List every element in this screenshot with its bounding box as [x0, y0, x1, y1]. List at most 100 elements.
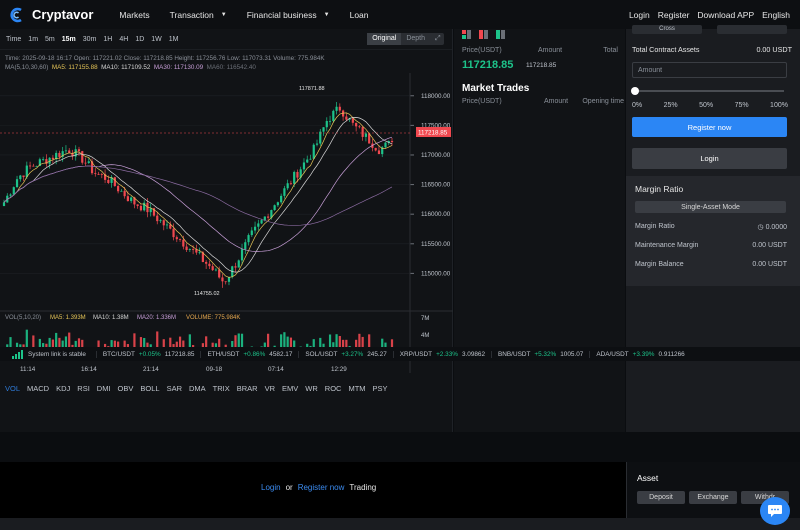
nav-language[interactable]: English: [762, 10, 790, 20]
tf-5m[interactable]: 5m: [45, 36, 55, 43]
nav-download-app[interactable]: Download APP: [697, 10, 754, 20]
nav-financial-business[interactable]: Financial business ▼: [247, 10, 330, 20]
view-original[interactable]: Original: [367, 33, 402, 45]
margin-mode-button[interactable]: Cross: [632, 25, 702, 34]
candle: [315, 143, 319, 145]
indicator-tab-rsi[interactable]: RSI: [77, 384, 90, 393]
login-button[interactable]: Login: [632, 148, 787, 169]
candle: [159, 220, 162, 222]
indicator-tab-dma[interactable]: DMA: [189, 384, 206, 393]
nav-loan[interactable]: Loan: [350, 10, 369, 20]
candle: [107, 179, 110, 183]
ticker-item[interactable]: BNB/USDT +5.32% 1005.07: [491, 350, 589, 358]
candle: [273, 205, 276, 211]
candle: [377, 150, 381, 155]
ticker-item[interactable]: ETH/USDT +0.86% 4582.17: [200, 350, 298, 358]
tf-1d[interactable]: 1D: [135, 36, 144, 43]
tick-0[interactable]: 0%: [632, 102, 642, 109]
book-sell-icon[interactable]: [479, 30, 488, 39]
candle: [136, 204, 139, 206]
tf-1mo[interactable]: 1M: [169, 36, 179, 43]
ticker-item[interactable]: BTC/USDT +0.05% 117218.85: [95, 350, 201, 358]
tf-1w[interactable]: 1W: [151, 36, 162, 43]
candlestick-chart[interactable]: 118000.00117500.00117000.00116500.001160…: [0, 73, 453, 383]
candle: [120, 190, 123, 192]
tf-4h[interactable]: 4H: [119, 36, 128, 43]
mt-amount-head: Amount: [544, 98, 569, 105]
view-depth[interactable]: Depth: [401, 33, 430, 45]
book-both-icon[interactable]: [462, 30, 471, 39]
indicator-tab-roc[interactable]: ROC: [325, 384, 342, 393]
ticker-item[interactable]: ADA/USDT +3.39% 0.911266: [589, 350, 690, 358]
footer-login-prompt: Login or Register now Trading: [0, 462, 626, 518]
view-toggle: Original Depth ⤢: [367, 33, 444, 45]
indicator-tab-boll[interactable]: BOLL: [140, 384, 159, 393]
candle: [188, 249, 191, 251]
tf-15m[interactable]: 15m: [62, 36, 76, 43]
chat-button[interactable]: [760, 497, 790, 525]
register-now-button[interactable]: Register now: [632, 117, 787, 137]
ticker-change: +5.32%: [534, 350, 557, 358]
margin-ratio-title: Margin Ratio: [635, 184, 684, 194]
footer-login-link[interactable]: Login: [261, 483, 281, 492]
indicator-tab-macd[interactable]: MACD: [27, 384, 49, 393]
candle: [289, 183, 293, 185]
balance-value: 0.00 USDT: [752, 261, 787, 268]
gauge-icon: ◷: [757, 224, 766, 231]
candle: [68, 150, 71, 153]
ticker-item[interactable]: XRP/USDT +2.33% 3.09862: [392, 350, 491, 358]
candle: [257, 223, 260, 227]
signal-icon: [12, 349, 24, 359]
fullscreen-icon[interactable]: ⤢: [430, 33, 444, 45]
indicator-tab-sar[interactable]: SAR: [167, 384, 182, 393]
nav-transaction[interactable]: Transaction ▼: [170, 10, 227, 20]
tick-75[interactable]: 75%: [735, 102, 749, 109]
candle: [84, 162, 87, 164]
vol-tick-4m: 4M: [421, 333, 429, 339]
amount-input[interactable]: Amount: [632, 62, 787, 78]
indicator-tab-vr[interactable]: VR: [265, 384, 275, 393]
ma-label: MA(5,10,30,60): [5, 64, 49, 71]
candle: [253, 226, 257, 231]
footer-register-link[interactable]: Register now: [298, 483, 345, 492]
ticker-price: 1005.07: [560, 350, 584, 358]
ma60-line: [3, 165, 393, 226]
tick-100[interactable]: 100%: [770, 102, 788, 109]
candle: [325, 121, 328, 128]
indicator-tab-vol[interactable]: VOL: [5, 384, 20, 393]
candle: [224, 281, 227, 283]
indicator-tab-dmi[interactable]: DMI: [97, 384, 111, 393]
tf-1m[interactable]: 1m: [28, 36, 38, 43]
deposit-button[interactable]: Deposit: [637, 491, 685, 504]
book-buy-icon[interactable]: [496, 30, 505, 39]
ticker-change: +2.33%: [436, 350, 458, 358]
leverage-button[interactable]: [717, 25, 787, 34]
tf-30m[interactable]: 30m: [83, 36, 97, 43]
amount-slider[interactable]: [631, 87, 784, 95]
indicator-tab-psy[interactable]: PSY: [373, 384, 388, 393]
tick-50[interactable]: 50%: [699, 102, 713, 109]
ticker-item[interactable]: SOL/USDT +3.27% 245.27: [298, 350, 392, 358]
nav-register[interactable]: Register: [658, 10, 690, 20]
tf-1h[interactable]: 1H: [103, 36, 112, 43]
indicator-tab-emv[interactable]: EMV: [282, 384, 298, 393]
footer-trading: Trading: [349, 483, 377, 492]
trade-panel: Cross Total Contract Assets 0.00 USDT Am…: [626, 25, 800, 432]
low-label: 114755.02: [194, 291, 220, 297]
tf-time[interactable]: Time: [6, 36, 21, 43]
indicator-tab-kdj[interactable]: KDJ: [56, 384, 70, 393]
indicator-tab-brar[interactable]: BRAR: [237, 384, 258, 393]
indicator-tab-obv[interactable]: OBV: [118, 384, 134, 393]
indicator-tab-mtm[interactable]: MTM: [348, 384, 365, 393]
logo[interactable]: Cryptavor: [9, 7, 93, 23]
nav-markets[interactable]: Markets: [119, 10, 149, 20]
candle: [322, 127, 325, 132]
nav-login[interactable]: Login: [629, 10, 650, 20]
indicator-tab-wr[interactable]: WR: [305, 384, 318, 393]
single-asset-mode-button[interactable]: Single-Asset Mode: [635, 201, 786, 213]
tick-25[interactable]: 25%: [664, 102, 678, 109]
candle: [296, 171, 299, 178]
indicator-tab-trix[interactable]: TRIX: [213, 384, 230, 393]
exchange-button[interactable]: Exchange: [689, 491, 737, 504]
slider-knob[interactable]: [631, 87, 639, 95]
